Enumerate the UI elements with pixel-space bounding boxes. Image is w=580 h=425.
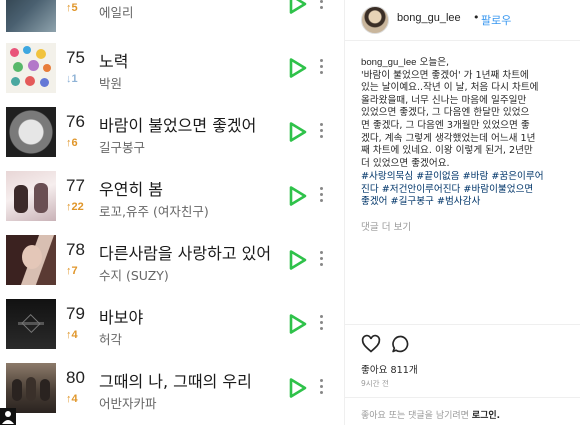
play-icon[interactable] <box>289 0 307 14</box>
artist-name[interactable]: 허각 <box>99 329 122 348</box>
more-options-icon[interactable] <box>320 0 324 12</box>
artist-name[interactable]: 길구봉구 <box>99 137 145 156</box>
chart-rank: 76 <box>66 112 85 131</box>
user-icon <box>0 408 16 425</box>
play-icon[interactable] <box>289 314 307 334</box>
rank-change-down: ↓1 <box>66 73 78 85</box>
chart-rank: 78 <box>66 240 85 259</box>
post-caption: bong_gu_lee 오늘은, '바람이 불었으면 좋겠어' 가 1년째 차트… <box>361 57 539 169</box>
chart-rank: 79 <box>66 304 85 323</box>
avatar[interactable] <box>361 6 389 34</box>
play-icon[interactable] <box>289 186 307 206</box>
more-options-icon[interactable] <box>320 59 324 77</box>
album-art <box>6 171 56 221</box>
more-options-icon[interactable] <box>320 251 324 269</box>
comment-icon[interactable] <box>391 334 411 354</box>
chart-row: 76 ↑6 바람이 불었으면 좋겠어 길구봉구 <box>0 101 344 163</box>
more-options-icon[interactable] <box>320 315 324 333</box>
artist-name[interactable]: 로꼬,유주 (여자친구) <box>99 201 209 220</box>
caption-username[interactable]: bong_gu_lee <box>361 57 417 68</box>
separator-dot: • <box>473 11 480 24</box>
artist-name[interactable]: 어반자카파 <box>99 393 157 412</box>
chart-row: 77 ↑22 우연히 봄 로꼬,유주 (여자친구) <box>0 165 344 227</box>
song-title[interactable]: 바람이 불었으면 좋겠어 <box>99 112 256 136</box>
post-actions <box>361 334 421 354</box>
rank-change-up: ↑7 <box>66 265 78 277</box>
rank-change-up: ↑5 <box>66 2 78 14</box>
song-title[interactable]: 그때의 나, 그때의 우리 <box>99 368 252 392</box>
rank-change-up: ↑22 <box>66 201 84 213</box>
album-art <box>6 363 56 413</box>
song-title[interactable]: 다른사람을 사랑하고 있어 <box>99 240 271 264</box>
song-title[interactable]: 노력 <box>99 48 128 72</box>
chart-row: 75 ↓1 노력 박원 <box>0 37 344 99</box>
instagram-post: bong_gu_lee • 팔로우 bong_gu_lee 오늘은, '바람이 … <box>344 0 580 425</box>
song-title[interactable]: 우연히 봄 <box>99 176 163 200</box>
more-comments-link[interactable]: 댓글 더 보기 <box>361 219 411 233</box>
more-options-icon[interactable] <box>320 123 324 141</box>
follow-button[interactable]: 팔로우 <box>481 12 511 28</box>
divider <box>345 324 580 325</box>
more-options-icon[interactable] <box>320 379 324 397</box>
post-header: bong_gu_lee • 팔로우 <box>345 0 580 40</box>
rank-change-up: ↑4 <box>66 329 78 341</box>
divider <box>345 40 580 41</box>
chart-row: 80 ↑4 그때의 나, 그때의 우리 어반자카파 <box>0 357 344 419</box>
song-title[interactable]: 바보야 <box>99 304 143 328</box>
chart-rank: 75 <box>66 48 85 67</box>
album-art <box>6 0 56 32</box>
album-art <box>6 299 56 349</box>
like-count[interactable]: 좋아요 811개 <box>361 362 418 376</box>
heart-icon[interactable] <box>361 334 381 354</box>
artist-name[interactable]: 수지 (SUZY) <box>99 265 169 284</box>
artist-name[interactable]: 박원 <box>99 73 122 92</box>
more-options-icon[interactable] <box>320 187 324 205</box>
chart-rank: 77 <box>66 176 85 195</box>
play-icon[interactable] <box>289 122 307 142</box>
album-art <box>6 235 56 285</box>
play-icon[interactable] <box>289 58 307 78</box>
post-timestamp: 9시간 전 <box>361 379 389 388</box>
music-chart: ↑5 에일리 75 ↓1 노력 박원 76 ↑6 바람이 불었으면 좋겠어 길구… <box>0 0 344 425</box>
album-art <box>6 107 56 157</box>
rank-change-up: ↑4 <box>66 393 78 405</box>
artist-name: 에일리 <box>99 5 134 20</box>
post-username[interactable]: bong_gu_lee <box>397 12 461 24</box>
login-link[interactable]: 로그인. <box>472 411 500 421</box>
play-icon[interactable] <box>289 250 307 270</box>
chart-row: ↑5 에일리 <box>0 0 344 38</box>
hashtag-list[interactable]: #사랑의묵심 #끝이없음 #바람 #꿈은이루어 진다 #저건안이루어진다 #바람… <box>361 171 575 209</box>
chart-row: 79 ↑4 바보야 허각 <box>0 293 344 355</box>
album-art <box>6 43 56 93</box>
comment-prompt: 좋아요 또는 댓글을 남기려면 로그인. <box>361 411 501 421</box>
rank-change-up: ↑6 <box>66 137 78 149</box>
chart-rank: 80 <box>66 368 85 387</box>
play-icon[interactable] <box>289 378 307 398</box>
divider <box>345 397 580 398</box>
chart-row: 78 ↑7 다른사람을 사랑하고 있어 수지 (SUZY) <box>0 229 344 291</box>
